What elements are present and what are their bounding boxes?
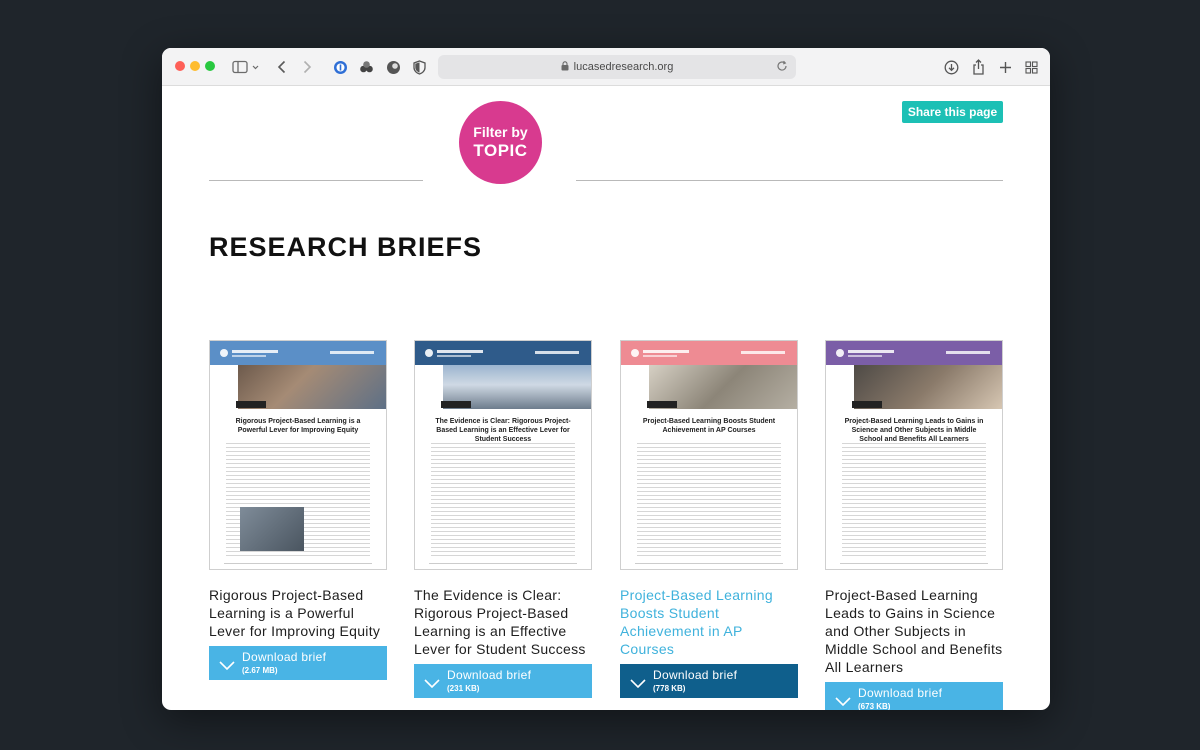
thumbnail-header-label (330, 351, 374, 354)
thumbnail-title: The Evidence is Clear: Rigorous Project-… (435, 418, 571, 443)
thumbnail-title: Rigorous Project-Based Learning is a Pow… (235, 418, 361, 434)
thumbnail-footer (429, 563, 577, 564)
download-brief-button[interactable]: Download brief (778 KB) (620, 664, 798, 698)
brief-card: The Evidence is Clear: Rigorous Project-… (414, 340, 592, 698)
brief-thumbnail[interactable]: The Evidence is Clear: Rigorous Project-… (414, 340, 592, 570)
tab-overview-icon[interactable] (1023, 57, 1039, 77)
brief-thumbnail[interactable]: Rigorous Project-Based Learning is a Pow… (209, 340, 387, 570)
thumbnail-header-label (741, 351, 785, 354)
page-content: Filter by TOPIC Share this page RESEARCH… (162, 86, 1050, 710)
thumbnail-tag (441, 401, 471, 408)
brief-title-link[interactable]: Project-Based Learning Leads to Gains in… (825, 586, 1003, 676)
download-label: Download brief (653, 668, 738, 682)
thumbnail-logo-subtext (232, 355, 266, 357)
thumbnail-header-band (826, 341, 1002, 365)
back-icon[interactable] (274, 57, 290, 77)
zoom-window-button[interactable] (205, 61, 215, 71)
brief-thumbnail[interactable]: Project-Based Learning Boosts Student Ac… (620, 340, 798, 570)
extension-icon[interactable] (358, 57, 374, 77)
divider-left (209, 180, 423, 181)
brief-card: Rigorous Project-Based Learning is a Pow… (209, 340, 387, 680)
file-size: (2.67 MB) (242, 666, 278, 675)
logo-icon (836, 349, 844, 357)
browser-toolbar: lucasedresearch.org (162, 48, 1050, 86)
thumbnail-tag (852, 401, 882, 408)
thumbnail-logo-subtext (643, 355, 677, 357)
forward-icon[interactable] (299, 57, 315, 77)
downloads-icon[interactable] (943, 57, 959, 77)
page-title: RESEARCH BRIEFS (209, 232, 483, 262)
share-icon[interactable] (970, 57, 986, 77)
thumbnail-title: Project-Based Learning Boosts Student Ac… (642, 418, 776, 434)
logo-icon (425, 349, 433, 357)
file-size: (673 KB) (858, 702, 891, 710)
share-page-button[interactable]: Share this page (902, 101, 1003, 123)
download-text: Download brief (778 KB) (653, 668, 737, 694)
thumbnail-header-label (946, 351, 990, 354)
thumbnail-footer (840, 563, 988, 564)
globe-extension-icon[interactable] (385, 57, 401, 77)
sidebar-toggle-icon[interactable] (231, 57, 261, 77)
thumbnail-header-label (535, 351, 579, 354)
brief-title-link[interactable]: Rigorous Project-Based Learning is a Pow… (209, 586, 387, 640)
download-text: Download brief (673 KB) (858, 686, 942, 710)
download-text: Download brief (2.67 MB) (242, 650, 326, 676)
thumbnail-body-text (431, 443, 575, 557)
thumbnail-header-band (210, 341, 386, 365)
filter-badge-line2: TOPIC (473, 141, 528, 160)
thumbnail-logo-text (643, 350, 689, 353)
password-extension-icon[interactable] (332, 57, 348, 77)
download-label: Download brief (242, 650, 327, 664)
address-bar[interactable]: lucasedresearch.org (438, 55, 796, 79)
thumbnail-body-text (637, 443, 781, 557)
download-label: Download brief (858, 686, 943, 700)
new-tab-icon[interactable] (997, 57, 1013, 77)
thumbnail-title: Project-Based Learning Leads to Gains in… (844, 418, 984, 443)
thumbnail-logo-text (232, 350, 278, 353)
brief-title-link[interactable]: The Evidence is Clear: Rigorous Project-… (414, 586, 592, 658)
thumbnail-inset-photo (240, 507, 304, 551)
file-size: (778 KB) (653, 684, 686, 693)
divider-right (576, 180, 1003, 181)
download-brief-button[interactable]: Download brief (231 KB) (414, 664, 592, 698)
logo-icon (220, 349, 228, 357)
thumbnail-logo-subtext (437, 355, 471, 357)
brief-thumbnail[interactable]: Project-Based Learning Leads to Gains in… (825, 340, 1003, 570)
brief-title-link[interactable]: Project-Based Learning Boosts Student Ac… (620, 586, 798, 658)
thumbnail-footer (635, 563, 783, 564)
chevron-down-icon (630, 675, 646, 693)
chevron-down-icon (835, 693, 851, 710)
thumbnail-logo-subtext (848, 355, 882, 357)
browser-window: lucasedresearch.org Filter by TOPIC Shar… (162, 48, 1050, 710)
url-text: lucasedresearch.org (573, 61, 674, 73)
thumbnail-tag (647, 401, 677, 408)
chevron-down-icon (424, 675, 440, 693)
logo-icon (631, 349, 639, 357)
filter-by-topic-button[interactable]: Filter by TOPIC (459, 101, 542, 184)
thumbnail-header-band (621, 341, 797, 365)
brief-card: Project-Based Learning Boosts Student Ac… (620, 340, 798, 698)
close-window-button[interactable] (175, 61, 185, 71)
download-brief-button[interactable]: Download brief (2.67 MB) (209, 646, 387, 680)
file-size: (231 KB) (447, 684, 480, 693)
filter-badge-line1: Filter by (473, 124, 528, 140)
thumbnail-logo-text (848, 350, 894, 353)
download-text: Download brief (231 KB) (447, 668, 531, 694)
minimize-window-button[interactable] (190, 61, 200, 71)
reload-icon[interactable] (776, 60, 788, 75)
thumbnail-header-band (415, 341, 591, 365)
chevron-down-icon (219, 657, 235, 675)
brief-card: Project-Based Learning Leads to Gains in… (825, 340, 1003, 710)
thumbnail-tag (236, 401, 266, 408)
download-brief-button[interactable]: Download brief (673 KB) (825, 682, 1003, 710)
download-label: Download brief (447, 668, 532, 682)
lock-icon (561, 60, 569, 74)
thumbnail-logo-text (437, 350, 483, 353)
thumbnail-body-text (842, 443, 986, 557)
thumbnail-footer (224, 563, 372, 564)
shield-icon[interactable] (411, 57, 427, 77)
